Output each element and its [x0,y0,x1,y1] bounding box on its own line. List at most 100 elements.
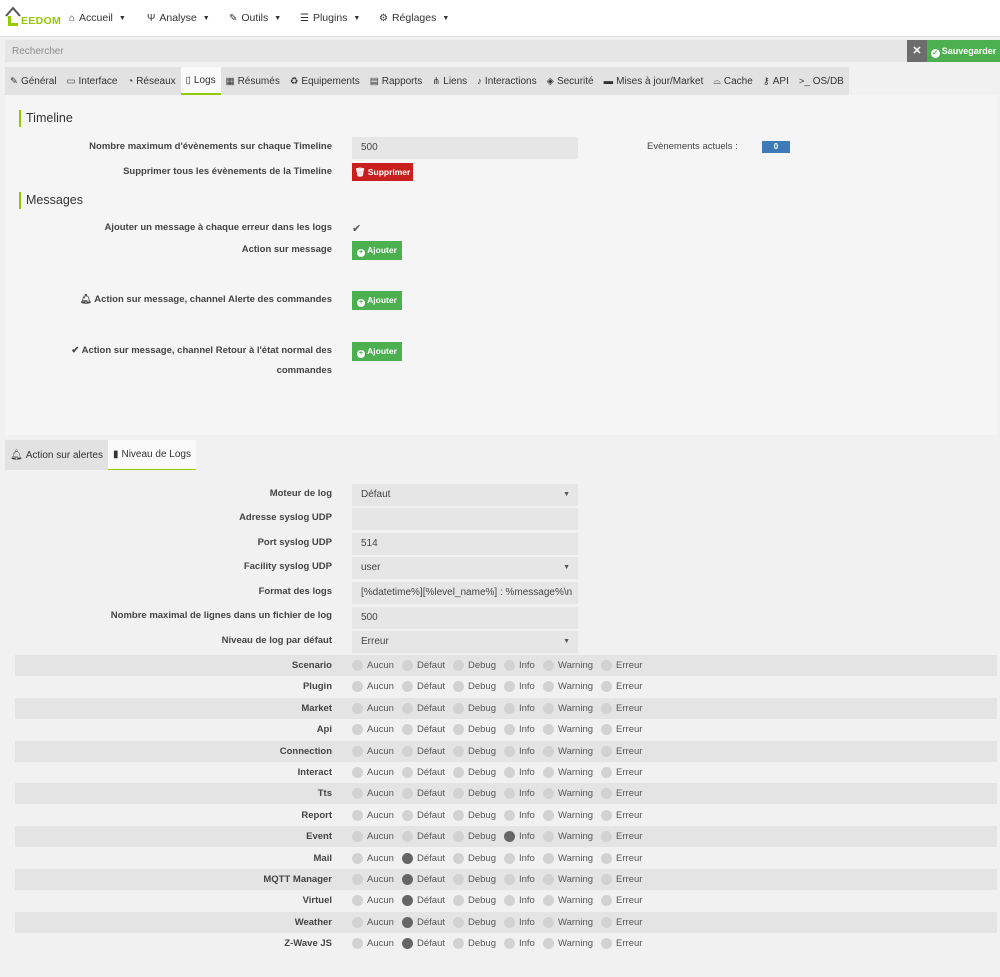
log-level-option[interactable]: Warning [543,869,593,890]
radio-button[interactable] [352,660,363,671]
radio-button[interactable] [543,916,554,928]
log-level-option[interactable]: Défaut [402,698,445,719]
log-level-option[interactable]: Info [504,762,535,783]
tab-reseaux[interactable]: ◔ Réseaux [122,67,180,95]
log-engine-select[interactable]: Défaut ▼ [352,484,578,506]
default-level-select[interactable]: Erreur ▼ [352,631,578,653]
log-level-option[interactable]: Aucun [352,826,394,847]
radio-button[interactable] [543,809,554,821]
log-level-option[interactable]: Info [504,676,535,697]
radio-button[interactable] [402,660,413,671]
log-level-option[interactable]: Erreur [601,741,642,762]
tab-securite[interactable]: ◈ Securité [542,67,599,95]
log-level-option[interactable]: Info [504,698,535,719]
radio-button[interactable] [402,938,413,950]
log-level-option[interactable]: Info [504,890,535,911]
radio-button[interactable] [453,724,464,736]
radio-button[interactable] [543,724,554,736]
radio-button[interactable] [601,745,612,757]
radio-button[interactable] [601,702,612,714]
radio-button[interactable] [504,767,515,778]
log-level-option[interactable]: Aucun [352,869,394,890]
radio-button[interactable] [601,767,612,778]
radio-button[interactable] [352,767,363,778]
subtab-action-alertes[interactable]: 🔔︎ Action sur alertes [5,440,108,470]
tab-cache[interactable]: ⌓ Cache [708,67,757,95]
syslog-port-input[interactable]: 514 [352,533,578,555]
radio-button[interactable] [453,767,464,778]
radio-button[interactable] [601,809,612,821]
radio-button[interactable] [504,809,515,821]
tab-rapports[interactable]: ▤ Rapports [365,67,428,95]
radio-button[interactable] [453,809,464,821]
log-level-option[interactable]: Warning [543,741,593,762]
radio-button[interactable] [402,767,413,778]
log-level-option[interactable]: Erreur [601,783,642,804]
log-level-option[interactable]: Aucun [352,676,394,697]
radio-button[interactable] [453,745,464,757]
clear-search-button[interactable]: ✕ [907,40,927,62]
log-level-option[interactable]: Debug [453,783,496,804]
log-level-option[interactable]: Aucun [352,805,394,826]
menu-reglages[interactable]: ⚙ Réglages ▼ [379,12,449,24]
add-action-button[interactable]: + Ajouter [352,241,402,260]
log-level-option[interactable]: Défaut [402,933,445,954]
radio-button[interactable] [402,702,413,714]
radio-button[interactable] [543,681,554,693]
tab-os-db[interactable]: >_ OS/DB [794,67,849,95]
radio-button[interactable] [504,724,515,736]
log-level-option[interactable]: Défaut [402,912,445,933]
radio-button[interactable] [453,895,464,907]
radio-button[interactable] [402,788,413,800]
log-level-option[interactable]: Erreur [601,655,642,676]
radio-button[interactable] [402,724,413,736]
radio-button[interactable] [402,745,413,757]
radio-button[interactable] [601,724,612,736]
log-level-option[interactable]: Info [504,805,535,826]
tab-liens[interactable]: ⋔ Liens [427,67,472,95]
max-lines-input[interactable]: 500 [352,607,578,629]
radio-button[interactable] [352,874,363,885]
radio-button[interactable] [504,852,515,864]
tab-interface[interactable]: ▭ Interface [62,67,123,95]
tab-general[interactable]: ✎ Général [5,67,62,95]
log-level-option[interactable]: Erreur [601,719,642,740]
log-level-option[interactable]: Debug [453,676,496,697]
radio-button[interactable] [453,916,464,928]
log-level-option[interactable]: Défaut [402,783,445,804]
log-level-option[interactable]: Debug [453,890,496,911]
radio-button[interactable] [453,660,464,671]
log-level-option[interactable]: Debug [453,655,496,676]
log-level-option[interactable]: Erreur [601,912,642,933]
radio-button[interactable] [543,831,554,843]
syslog-addr-input[interactable] [352,508,578,530]
radio-button[interactable] [352,852,363,864]
log-level-option[interactable]: Erreur [601,869,642,890]
radio-button[interactable] [504,938,515,950]
log-level-option[interactable]: Info [504,783,535,804]
radio-button[interactable] [601,852,612,864]
log-level-option[interactable]: Défaut [402,890,445,911]
log-level-option[interactable]: Warning [543,676,593,697]
log-level-option[interactable]: Warning [543,826,593,847]
radio-button[interactable] [453,788,464,800]
radio-button[interactable] [504,745,515,757]
tab-resumes[interactable]: ▦ Résumés [221,67,285,95]
log-level-option[interactable]: Debug [453,719,496,740]
radio-button[interactable] [352,809,363,821]
log-level-option[interactable]: Défaut [402,719,445,740]
radio-button[interactable] [601,831,612,843]
log-level-option[interactable]: Warning [543,719,593,740]
radio-button[interactable] [601,681,612,693]
log-level-option[interactable]: Info [504,655,535,676]
log-level-option[interactable]: Défaut [402,676,445,697]
radio-button[interactable] [543,745,554,757]
add-alert-action-button[interactable]: + Ajouter [352,291,402,310]
radio-button[interactable] [453,938,464,950]
radio-button[interactable] [402,916,413,928]
radio-button[interactable] [543,938,554,950]
menu-analyse[interactable]: Ψ Analyse ▼ [147,12,210,24]
radio-button[interactable] [402,681,413,693]
log-level-option[interactable]: Aucun [352,912,394,933]
radio-button[interactable] [601,895,612,907]
